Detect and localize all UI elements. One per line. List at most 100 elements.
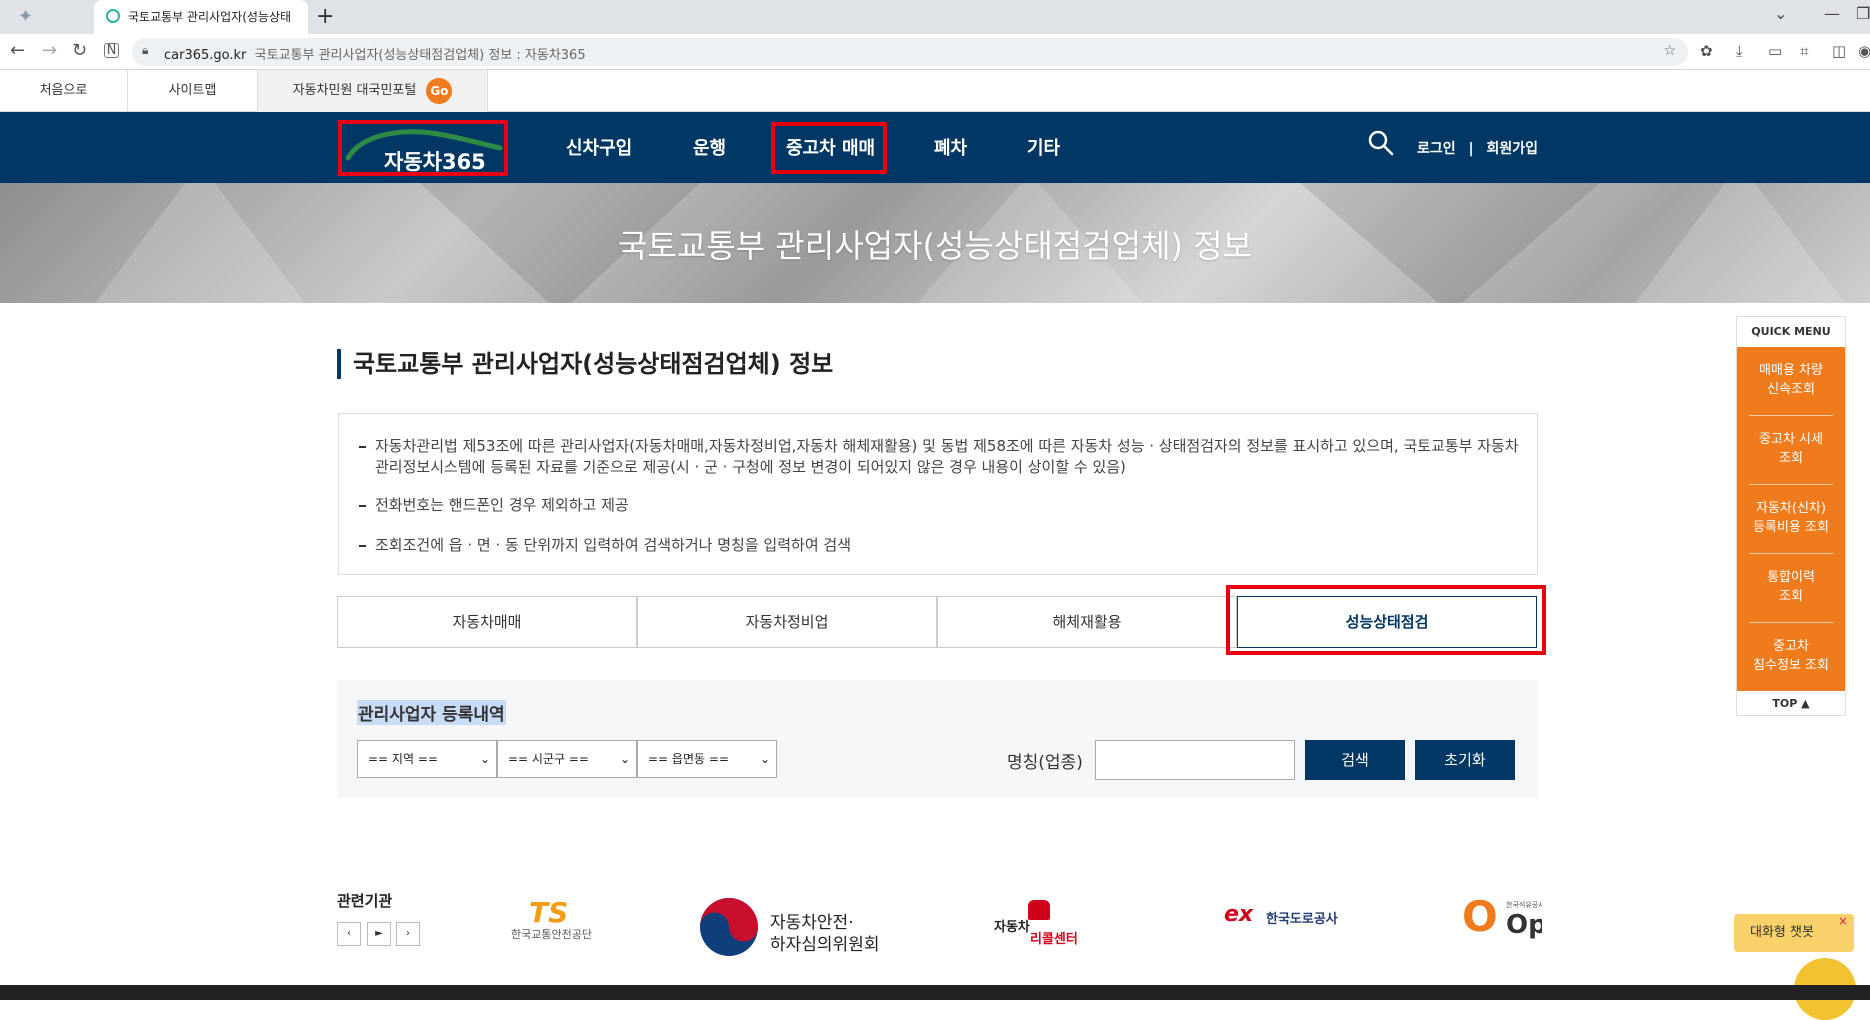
tab-favicon-icon (106, 9, 120, 23)
screenshot-icon[interactable]: ⌗ (1800, 42, 1808, 60)
reload-icon[interactable]: ↻ (72, 40, 87, 61)
opinet-text: Opinet (1506, 910, 1542, 940)
org-opinet-logo[interactable]: O Opinet 한국석유공사 (1462, 896, 1542, 946)
browser-tab-bar: ✦ 국토교통부 관리사업자(성능상태 + ⌄ — ❐ (0, 0, 1870, 34)
name-input[interactable] (1095, 740, 1295, 780)
tab-recycling[interactable]: 해체재활용 (937, 596, 1237, 648)
sidebar-icon[interactable]: ◫ (1832, 42, 1846, 60)
quick-item-line: 신속조회 (1767, 382, 1815, 397)
url-domain: car365.go.kr (164, 48, 247, 63)
quick-item-line: 통합이력 (1767, 570, 1815, 585)
chatbot-button[interactable]: 대화형 챗봇 × (1734, 914, 1854, 952)
taegeuk-icon (700, 898, 758, 956)
play-button[interactable]: ► (367, 922, 391, 946)
menu-driving[interactable]: 운행 (693, 134, 726, 160)
home-link[interactable]: 처음으로 (0, 70, 128, 112)
menu-etc[interactable]: 기타 (1027, 134, 1060, 160)
signup-link[interactable]: 회원가입 (1487, 141, 1539, 157)
quick-item-line: 중고차 (1773, 639, 1809, 654)
new-tab-button[interactable]: + (316, 4, 334, 29)
go-badge: Go (426, 77, 453, 104)
minimize-icon[interactable]: — (1824, 4, 1840, 23)
portal-label: 자동차민원 대국민포털 (292, 83, 417, 98)
recall-car-icon (1028, 900, 1050, 920)
url-field[interactable]: 🔒︎ car365.go.kr 국토교통부 관리사업자(성능상태점검업체) 정보… (132, 38, 1688, 66)
notice-item: 자동차관리법 제53조에 따른 관리사업자(자동차매매,자동차정비업,자동차 해… (359, 436, 1519, 478)
org-recall-logo[interactable]: 자동차 리콜센터 (990, 900, 1090, 950)
town-select[interactable]: == 읍면동 == ⌄ (637, 740, 777, 778)
tab-repair[interactable]: 자동차정비업 (637, 596, 937, 648)
site-logo[interactable]: 자동차365 (338, 120, 508, 176)
search-button[interactable]: 검색 (1305, 740, 1405, 780)
tab-dealer[interactable]: 자동차매매 (337, 596, 637, 648)
recall-bottom: 리콜센터 (1030, 932, 1078, 947)
chevron-down-icon: ⌄ (479, 752, 490, 766)
opinet-mark: O (1462, 896, 1498, 941)
footer-bar (0, 985, 1870, 1000)
forward-icon[interactable]: → (42, 40, 57, 61)
quick-item-flood[interactable]: 중고차침수정보 조회 (1737, 623, 1845, 692)
quick-item-line: 자동차(신차) (1756, 501, 1826, 516)
chatbot-label: 대화형 챗봇 (1750, 925, 1814, 940)
org-kars-logo[interactable]: 자동차안전· 하자심의위원회 (698, 896, 898, 960)
restore-icon[interactable]: ❐ (1856, 4, 1870, 23)
utility-bar: 처음으로 사이트맵 자동차민원 대국민포털 Go (0, 70, 1870, 112)
sitemap-link[interactable]: 사이트맵 (128, 70, 258, 112)
search-panel-title: 관리사업자 등록내역 (357, 700, 506, 725)
next-button[interactable]: › (396, 922, 420, 946)
url-page-title: 국토교통부 관리사업자(성능상태점검업체) 정보 : 자동차365 (254, 48, 586, 63)
login-link[interactable]: 로그인 (1417, 141, 1456, 157)
download-icon[interactable]: ⤓ (1736, 42, 1743, 60)
tab-list-icon[interactable]: ⌄ (1774, 4, 1787, 23)
org-ex-logo[interactable]: ex 한국도로공사 (1224, 900, 1364, 936)
menu-new-car[interactable]: 신차구입 (566, 134, 632, 160)
quick-item-price[interactable]: 중고차 시세조회 (1737, 416, 1845, 485)
chatbot-close-icon[interactable]: × (1838, 902, 1848, 940)
search-panel: 관리사업자 등록내역 == 지역 == ⌄ == 시군구 == ⌄ == 읍면동 =… (337, 680, 1538, 798)
org-ts-logo[interactable]: TS 한국교통안전공단 (505, 896, 615, 946)
quick-item-line: 침수정보 조회 (1753, 658, 1829, 673)
quick-item-line: 중고차 시세 (1759, 432, 1823, 447)
browser-logo-icon: ✦ (18, 6, 34, 27)
ts-name: 한국교통안전공단 (511, 928, 592, 941)
region-select[interactable]: == 지역 == ⌄ (357, 740, 497, 778)
quick-menu: QUICK MENU 매매용 차량 신속조회 중고차 시세조회 자동차(신차) 등록… (1736, 316, 1846, 716)
quick-menu-title: QUICK MENU (1751, 325, 1831, 338)
profile-icon[interactable]: ◉ (1858, 42, 1870, 60)
notice-item: 조회조건에 읍 · 면 · 동 단위까지 입력하여 검색하거나 명칭을 입력하여… (359, 535, 1519, 556)
back-icon[interactable]: ← (10, 40, 25, 61)
reader-icon[interactable]: N (104, 43, 119, 58)
extensions-icon[interactable]: ✿ (1700, 42, 1713, 60)
page-banner: 국토교통부 관리사업자(성능상태점검업체) 정보 (0, 183, 1870, 303)
main-navigation: 자동차365 신차구입 운행 중고차 매매 폐차 기타 로그인 | 회원가입 (0, 112, 1870, 183)
search-icon[interactable] (1368, 130, 1394, 160)
menu-used-car[interactable]: 중고차 매매 (786, 134, 875, 160)
chevron-down-icon: ⌄ (759, 752, 770, 766)
notice-box: 자동차관리법 제53조에 따른 관리사업자(자동차매매,자동차정비업,자동차 해… (338, 413, 1538, 575)
kars-line2: 하자심의위원회 (770, 935, 880, 955)
favorite-star-icon[interactable]: ☆ (1663, 43, 1676, 59)
quick-item-dealer-car[interactable]: 매매용 차량 신속조회 (1737, 347, 1845, 416)
menu-scrap[interactable]: 폐차 (934, 134, 967, 160)
quick-item-registration-cost[interactable]: 자동차(신차) 등록비용 조회 (1737, 485, 1845, 554)
quick-item-line: 조회 (1779, 589, 1803, 604)
portal-link[interactable]: 자동차민원 대국민포털 Go (258, 70, 488, 112)
top-button[interactable]: TOP ▲ (1737, 691, 1845, 717)
quick-item-history[interactable]: 통합이력조회 (1737, 554, 1845, 623)
ts-mark: TS (529, 896, 569, 929)
auth-divider: | (1468, 141, 1474, 157)
media-icon[interactable]: ▭ (1768, 42, 1782, 60)
tab-title: 국토교통부 관리사업자(성능상태 (128, 10, 292, 24)
reset-button[interactable]: 초기화 (1415, 740, 1515, 780)
quick-item-line: 조회 (1779, 451, 1803, 466)
prev-button[interactable]: ‹ (337, 922, 361, 946)
district-select-value: == 시군구 == (508, 752, 589, 766)
ex-mark: ex (1224, 902, 1254, 927)
browser-tab[interactable]: 국토교통부 관리사업자(성능상태 (94, 0, 308, 34)
ex-name: 한국도로공사 (1266, 912, 1338, 927)
region-select-value: == 지역 == (368, 752, 438, 766)
tab-highlight-box (1226, 585, 1546, 655)
district-select[interactable]: == 시군구 == ⌄ (497, 740, 637, 778)
quick-item-line: 등록비용 조회 (1753, 520, 1829, 535)
recall-top: 자동차 (994, 920, 1030, 935)
